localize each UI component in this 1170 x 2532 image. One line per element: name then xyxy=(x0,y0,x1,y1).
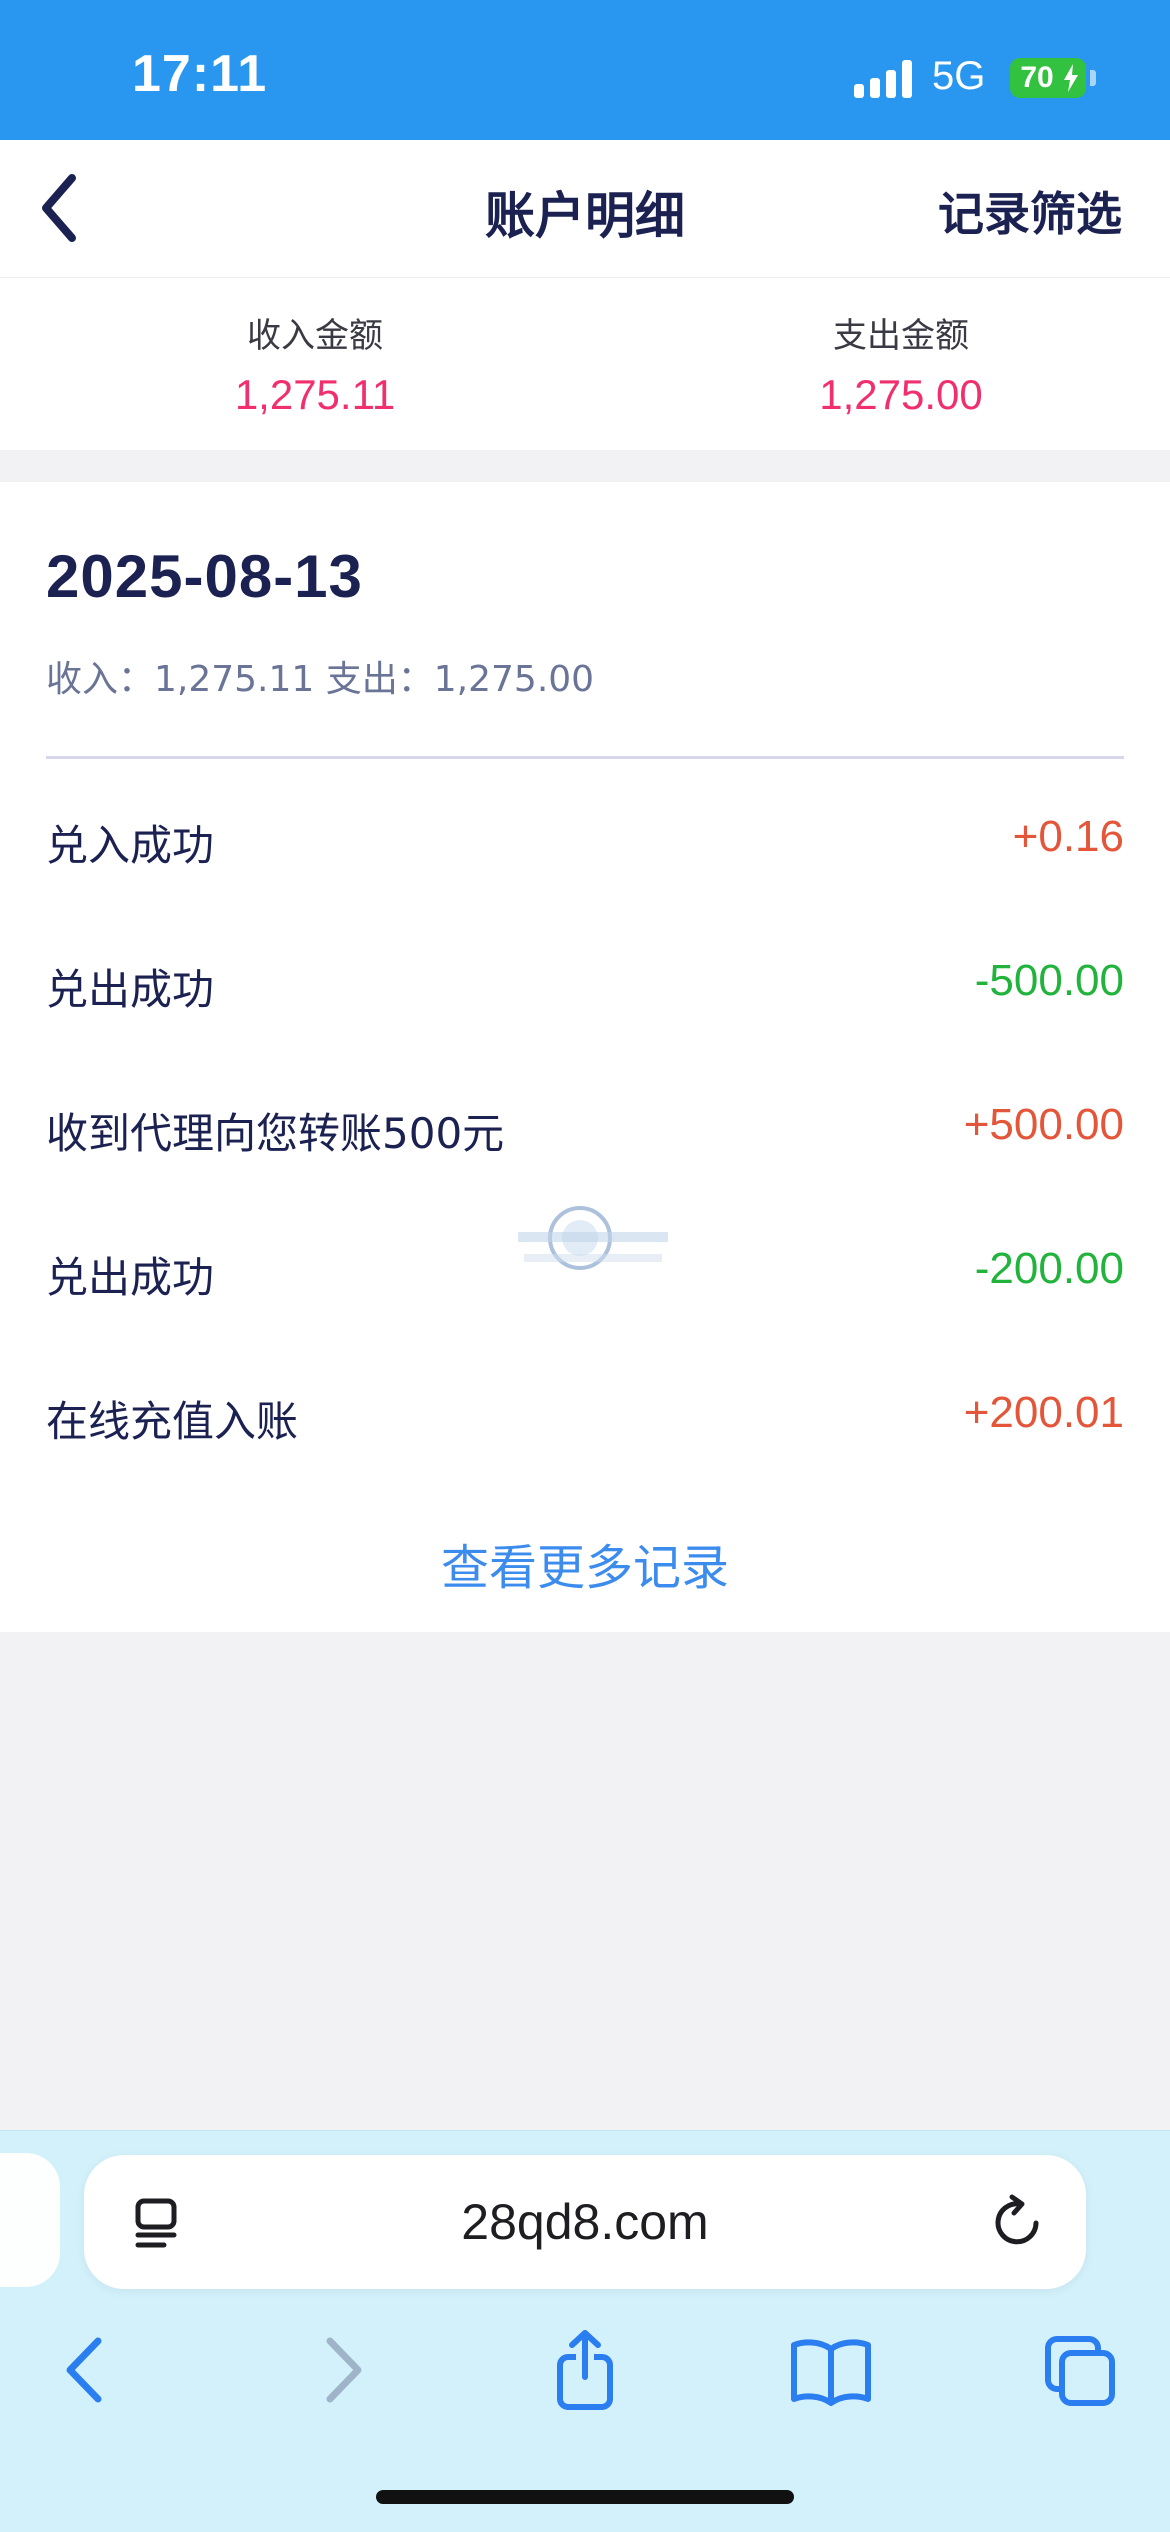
record-amount: -200.00 xyxy=(974,1244,1124,1293)
watermark-logo xyxy=(518,1206,668,1270)
previous-tab-preview[interactable] xyxy=(0,2153,60,2287)
page: 17:11 5G 70 账户明细 记录筛选 收入金额 1,275.11 支出金额… xyxy=(0,0,1170,2532)
record-amount: -500.00 xyxy=(974,956,1124,1005)
record-title: 兑出成功 xyxy=(46,1253,215,1302)
signal-icon xyxy=(854,58,914,98)
status-bar: 17:11 5G 70 xyxy=(0,0,1170,140)
bookmarks-icon[interactable] xyxy=(786,2325,876,2415)
record-row[interactable]: 兑入成功 +0.16 xyxy=(46,792,1124,882)
nav-bar: 账户明细 记录筛选 xyxy=(0,140,1170,278)
status-time: 17:11 xyxy=(132,45,268,103)
date-summary: 收入：1,275.11 支出：1,275.00 xyxy=(46,659,595,700)
record-row[interactable]: 在线充值入账 +200.01 xyxy=(46,1368,1124,1458)
reload-icon[interactable] xyxy=(990,2193,1046,2251)
battery-level: 70 xyxy=(1020,61,1054,94)
expense-summary: 支出金额 1,275.00 xyxy=(610,308,1170,419)
filter-records-button[interactable]: 记录筛选 xyxy=(938,178,1122,244)
summary-panel: 收入金额 1,275.11 支出金额 1,275.00 xyxy=(0,278,1170,450)
expense-label: 支出金额 xyxy=(833,316,969,356)
home-indicator[interactable] xyxy=(376,2490,794,2504)
url-text[interactable]: 28qd8.com xyxy=(84,2193,1086,2251)
address-bar[interactable]: 28qd8.com xyxy=(84,2155,1086,2289)
browser-toolbar: 28qd8.com xyxy=(0,2130,1170,2532)
battery-cap xyxy=(1090,70,1096,86)
record-row[interactable]: 兑出成功 -500.00 xyxy=(46,936,1124,1026)
network-type: 5G xyxy=(932,54,986,98)
battery-icon: 70 xyxy=(1010,58,1086,98)
record-title: 兑出成功 xyxy=(46,965,215,1014)
record-amount: +0.16 xyxy=(1012,812,1124,861)
divider xyxy=(46,756,1124,759)
income-label: 收入金额 xyxy=(247,316,383,356)
income-value: 1,275.11 xyxy=(234,371,396,418)
share-icon[interactable] xyxy=(540,2325,630,2415)
tabs-icon[interactable] xyxy=(1034,2325,1124,2415)
record-title: 兑入成功 xyxy=(46,821,215,870)
record-title: 收到代理向您转账500元 xyxy=(46,1109,505,1158)
expense-value: 1,275.00 xyxy=(819,371,983,418)
record-row[interactable]: 收到代理向您转账500元 +500.00 xyxy=(46,1080,1124,1170)
record-title: 在线充值入账 xyxy=(46,1397,299,1446)
record-amount: +500.00 xyxy=(963,1100,1124,1149)
view-more-records-link[interactable]: 查看更多记录 xyxy=(0,1528,1170,1598)
record-amount: +200.01 xyxy=(963,1388,1124,1437)
income-summary: 收入金额 1,275.11 xyxy=(24,308,606,419)
charging-bolt-icon xyxy=(1064,64,1078,92)
date-heading: 2025-08-13 xyxy=(46,543,363,610)
forward-arrow-icon[interactable] xyxy=(296,2325,386,2415)
records-card: 2025-08-13 收入：1,275.11 支出：1,275.00 兑入成功 … xyxy=(0,482,1170,1632)
back-arrow-icon[interactable] xyxy=(42,2325,132,2415)
